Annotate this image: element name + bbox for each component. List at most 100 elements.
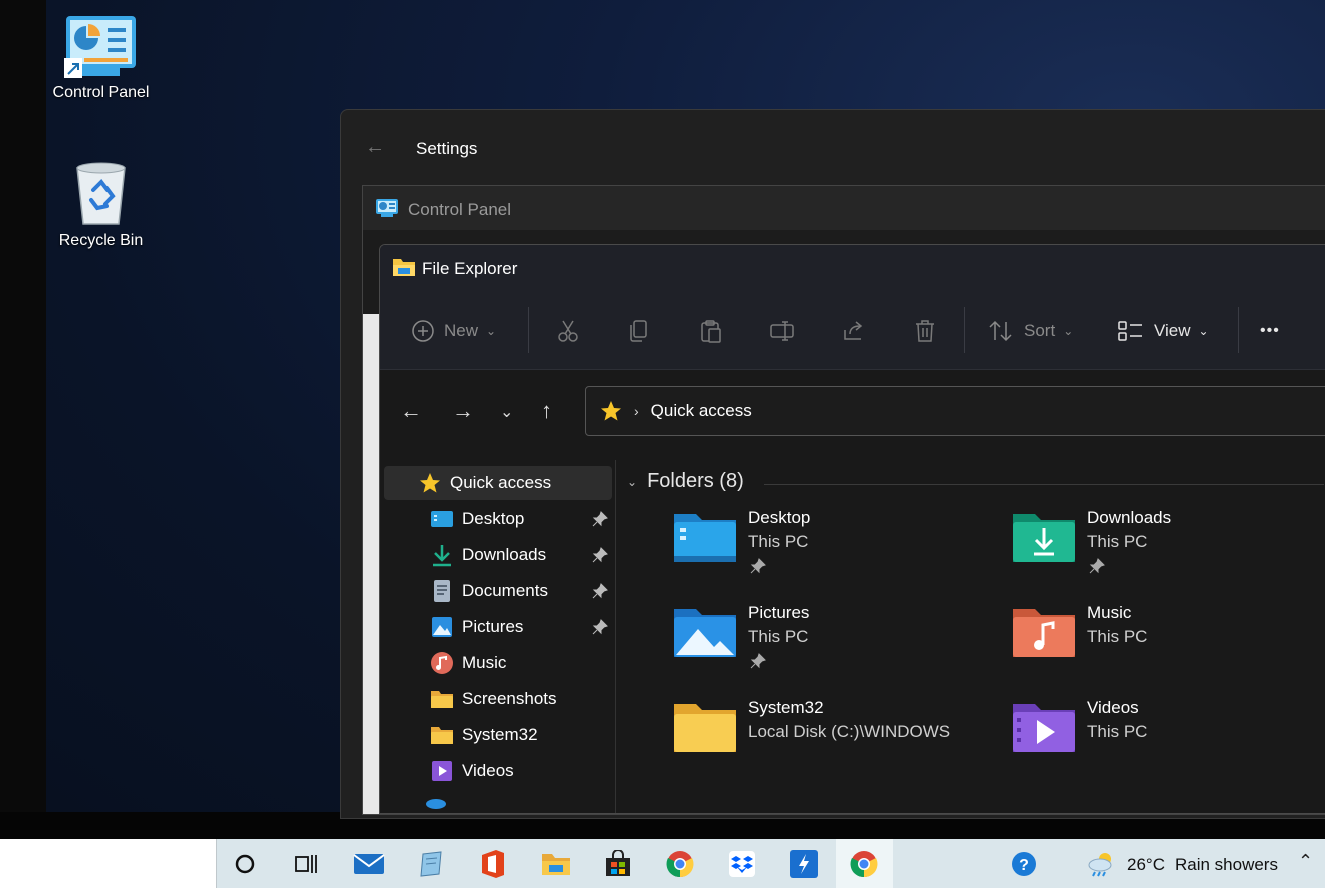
help-icon[interactable]: ? xyxy=(1008,848,1040,880)
pin-icon xyxy=(750,558,766,574)
pin-icon xyxy=(592,547,608,563)
chevron-down-icon: ⌄ xyxy=(1198,324,1209,338)
chrome-icon[interactable] xyxy=(848,848,880,880)
folder-icon xyxy=(430,723,454,747)
paste-button[interactable] xyxy=(700,315,722,347)
mail-icon[interactable] xyxy=(353,848,385,880)
view-button[interactable]: View ⌄ xyxy=(1118,315,1209,347)
folder-location: This PC xyxy=(1087,722,1148,741)
weather-rain-icon[interactable] xyxy=(1086,848,1118,880)
share-button[interactable] xyxy=(842,315,866,347)
paste-icon xyxy=(701,320,721,343)
pictures-icon xyxy=(430,615,454,639)
file-explorer-icon[interactable] xyxy=(540,848,572,880)
sidebar-item-screenshots[interactable]: Screenshots xyxy=(384,682,612,716)
sidebar-item-quick-access[interactable]: Quick access xyxy=(384,466,612,500)
sidebar-item-desktop[interactable]: Desktop xyxy=(384,502,612,536)
folder-location: This PC xyxy=(748,532,809,551)
sort-button[interactable]: Sort ⌄ xyxy=(988,315,1073,347)
sidebar-item-pictures[interactable]: Pictures xyxy=(384,610,612,644)
folder-name: Downloads xyxy=(1087,508,1172,527)
music-folder-icon xyxy=(1013,609,1075,657)
up-arrow-icon[interactable]: ↑ xyxy=(541,398,552,424)
more-options-button[interactable]: ••• xyxy=(1260,315,1280,347)
explorer-navigation-bar: ← → ⌄ ↑ › Quick access xyxy=(380,370,1325,460)
sidebar-item-videos[interactable]: Videos xyxy=(384,754,612,788)
folder-location: This PC xyxy=(1087,532,1148,551)
desktop-icon-recycle-bin[interactable]: Recycle Bin xyxy=(46,160,156,250)
sidebar-item-documents[interactable]: Documents xyxy=(384,574,612,608)
store-icon[interactable] xyxy=(602,848,634,880)
explorer-title: File Explorer xyxy=(422,259,518,278)
folder-tile-desktop[interactable]: Desktop This PC xyxy=(672,508,992,588)
sidebar-item-label: Desktop xyxy=(462,509,525,528)
sidebar-item-label: Quick access xyxy=(450,473,552,492)
forward-arrow-icon[interactable]: → xyxy=(452,398,474,424)
pictures-folder-icon xyxy=(674,609,736,657)
rename-button[interactable] xyxy=(770,315,796,347)
sidebar-item-music[interactable]: Music xyxy=(384,646,612,680)
control-panel-titlebar: Control Panel xyxy=(363,186,1325,230)
office-icon[interactable] xyxy=(477,848,509,880)
sidebar-item-system32[interactable]: System32 xyxy=(384,718,612,752)
folder-tile-music[interactable]: Music This PC xyxy=(1011,603,1325,683)
folder-location: Local Disk (C:)\WINDOWS xyxy=(748,722,951,741)
pin-icon xyxy=(592,619,608,635)
star-icon xyxy=(601,401,621,421)
left-edge-strip xyxy=(0,0,46,812)
chrome-icon[interactable] xyxy=(664,848,696,880)
app-icon[interactable] xyxy=(788,848,820,880)
rename-icon xyxy=(770,321,794,341)
folder-tile-videos[interactable]: Videos This PC xyxy=(1011,698,1325,778)
folders-section-header[interactable]: ⌄ Folders (8) xyxy=(627,470,744,493)
folder-icon xyxy=(430,687,454,711)
cloud-icon xyxy=(424,792,448,812)
back-arrow-icon[interactable]: ← xyxy=(400,398,422,424)
folder-tile-downloads[interactable]: Downloads This PC xyxy=(1011,508,1325,588)
svg-text:?: ? xyxy=(1019,857,1029,874)
share-icon xyxy=(844,321,863,340)
folder-tile-system32[interactable]: System32 Local Disk (C:)\WINDOWS xyxy=(672,698,992,778)
sidebar-item-label: System32 xyxy=(462,725,538,744)
weather-temperature: 26°C xyxy=(1127,855,1165,874)
recent-locations-chevron-icon[interactable]: ⌄ xyxy=(500,402,513,422)
chevron-up-icon[interactable]: ⌃ xyxy=(1298,851,1313,872)
pin-icon xyxy=(592,583,608,599)
download-icon xyxy=(430,543,454,567)
desktop-icon-label: Control Panel xyxy=(52,84,150,101)
taskbar: ? 26°C Rain showers ⌃ xyxy=(0,839,1325,888)
view-label: View xyxy=(1154,321,1191,340)
document-icon xyxy=(430,579,454,603)
new-label: New xyxy=(444,321,479,340)
star-icon xyxy=(418,471,442,495)
address-path: Quick access xyxy=(650,401,752,420)
sidebar-item-onedrive-partial[interactable] xyxy=(384,792,612,812)
search-icon[interactable] xyxy=(229,848,261,880)
copy-button[interactable] xyxy=(629,315,649,347)
music-icon xyxy=(430,651,454,675)
delete-button[interactable] xyxy=(914,315,936,347)
folder-tile-pictures[interactable]: Pictures This PC xyxy=(672,603,992,683)
address-bar[interactable]: › Quick access xyxy=(585,386,1325,436)
weather-widget[interactable]: 26°C Rain showers xyxy=(1127,855,1278,875)
control-panel-icon xyxy=(376,199,398,217)
desktop-icon-control-panel[interactable]: Control Panel xyxy=(46,14,156,102)
add-circle-icon xyxy=(412,320,434,342)
folders-header-label: Folders (8) xyxy=(647,470,744,492)
sort-icon xyxy=(989,320,1012,342)
dropbox-icon[interactable] xyxy=(726,848,758,880)
section-divider xyxy=(764,484,1324,485)
new-button[interactable]: New ⌄ xyxy=(412,315,496,347)
downloads-folder-icon xyxy=(1013,514,1075,562)
desktop-icon-label: Recycle Bin xyxy=(58,232,144,249)
folder-name: Videos xyxy=(1087,698,1139,717)
toolbar-divider xyxy=(528,307,529,353)
back-arrow-icon[interactable]: ← xyxy=(365,136,385,159)
notes-icon[interactable] xyxy=(415,848,447,880)
recycle-bin-icon xyxy=(76,162,126,225)
task-view-icon[interactable] xyxy=(290,848,322,880)
cut-button[interactable] xyxy=(557,315,579,347)
chevron-down-icon: ⌄ xyxy=(1063,324,1074,338)
sidebar-item-label: Pictures xyxy=(462,617,524,636)
sidebar-item-downloads[interactable]: Downloads xyxy=(384,538,612,572)
